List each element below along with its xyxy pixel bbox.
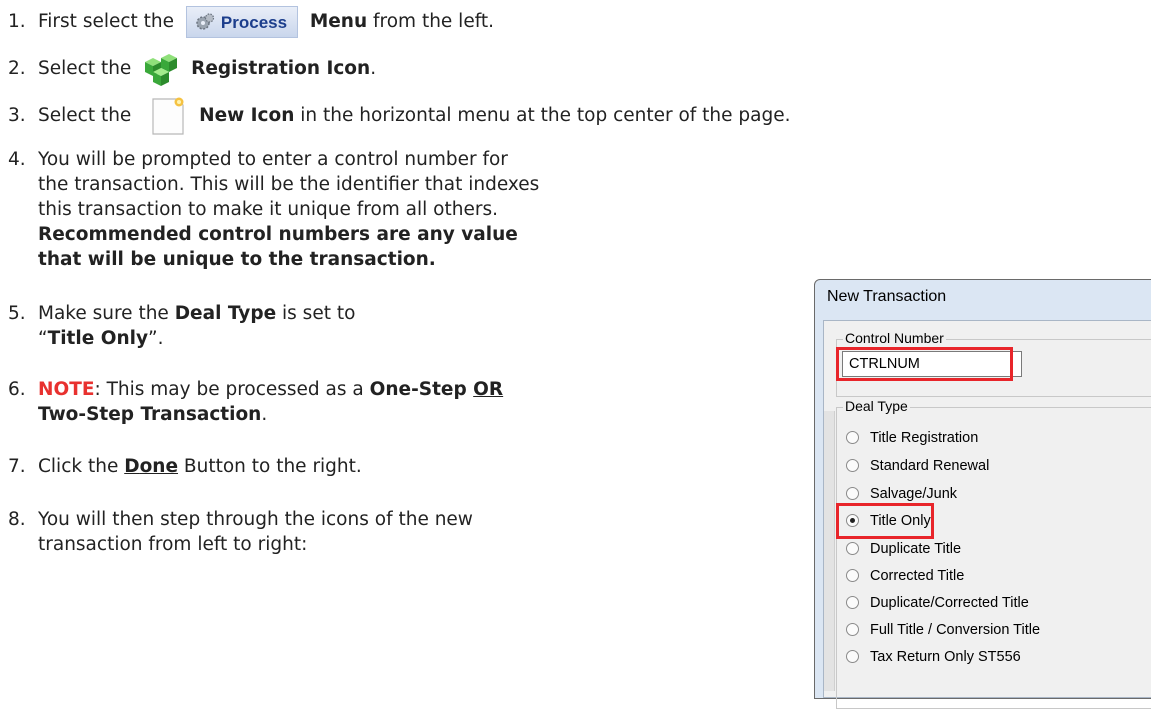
step-bold: Deal Type — [174, 303, 277, 324]
option-label: Salvage/Junk — [870, 486, 958, 502]
control-number-label: Control Number — [843, 330, 946, 346]
radio-button[interactable] — [846, 595, 859, 609]
done-first-letter: D — [124, 456, 140, 477]
radio-button[interactable] — [846, 430, 859, 444]
deal-type-option[interactable]: Salvage/Junk — [846, 483, 957, 505]
step-bold: Recommended control numbers are any valu… — [38, 224, 518, 245]
option-label: Full Title / Conversion Title — [870, 622, 1041, 638]
step-text: Select the — [38, 58, 132, 79]
deal-type-option[interactable]: Duplicate Title — [846, 538, 961, 560]
step-bold: Menu — [309, 11, 368, 32]
step-number: 1. — [8, 11, 26, 32]
step-text: Make sure the — [38, 303, 175, 324]
step-text: this transaction to make it unique from … — [38, 199, 498, 220]
step-6-line-2: Two-Step Transaction. — [38, 403, 267, 427]
deal-type-option[interactable]: Full Title / Conversion Title — [846, 619, 1040, 641]
step-number: 8. — [8, 509, 26, 530]
option-label: Duplicate/Corrected Title — [870, 595, 1029, 611]
option-label: Duplicate Title — [870, 541, 962, 557]
option-label: Tax Return Only ST556 — [870, 649, 1021, 665]
option-label: Corrected Title — [870, 568, 965, 584]
step-7: 7. Click the Done Button to the right. — [8, 455, 362, 479]
option-label: Title Registration — [870, 430, 979, 446]
title-only-highlight — [836, 503, 934, 539]
deal-type-option[interactable]: Tax Return Only ST556 — [846, 646, 1021, 668]
option-label: Standard Renewal — [870, 458, 990, 474]
step-text: in the horizontal menu at the top center… — [294, 105, 791, 126]
dialog-title: New Transaction — [827, 288, 947, 305]
done-label: Done — [124, 456, 178, 477]
deal-type-option[interactable]: Duplicate/Corrected Title — [846, 592, 1029, 614]
step-text: is set to — [276, 303, 356, 324]
step-4: 4. You will be prompted to enter a contro… — [8, 148, 508, 172]
process-menu-button[interactable]: Process — [185, 6, 298, 38]
radio-button[interactable] — [846, 568, 859, 582]
step-text: . — [370, 58, 377, 79]
gear-icon — [196, 13, 215, 30]
deal-type-option[interactable]: Corrected Title — [846, 565, 964, 587]
step-bold: Title Only — [47, 328, 149, 349]
scrollbar[interactable] — [824, 411, 835, 691]
radio-button[interactable] — [846, 649, 859, 663]
new-transaction-dialog: New Transaction Control Number CTRLNUM D… — [814, 279, 1151, 709]
deal-type-option[interactable]: Standard Renewal — [846, 455, 989, 477]
step-number: 2. — [8, 58, 26, 79]
step-number: 3. — [8, 105, 26, 126]
step-text: : This may be processed as a — [94, 379, 370, 400]
step-text: the transaction. This will be the identi… — [38, 174, 540, 195]
done-rest: one — [139, 456, 179, 477]
step-text: transaction from left to right: — [38, 534, 308, 555]
step-text: You will be prompted to enter a control … — [38, 149, 508, 170]
close-quote: ”. — [148, 328, 164, 349]
step-bold: New Icon — [199, 105, 295, 126]
step-number: 4. — [8, 149, 26, 170]
step-bold: Registration Icon — [191, 58, 371, 79]
step-text: Select the — [38, 105, 132, 126]
control-number-highlight — [836, 347, 1013, 381]
step-text: Click the — [38, 456, 125, 477]
step-bold: One-Step — [369, 379, 474, 400]
open-quote: “ — [38, 328, 48, 349]
new-document-icon[interactable] — [149, 96, 189, 136]
step-number: 5. — [8, 303, 26, 324]
deal-type-option[interactable]: Title Registration — [846, 427, 978, 449]
step-text: . — [261, 404, 268, 425]
step-5: 5. Make sure the Deal Type is set to — [8, 302, 355, 326]
step-1: 1. First select the Process Menu from the… — [8, 6, 494, 38]
dialog-body: Control Number CTRLNUM Deal Type Title R… — [823, 320, 1151, 709]
registration-cubes-icon[interactable] — [143, 52, 179, 86]
step-2: 2. Select the Registration Icon. — [8, 52, 376, 86]
step-number: 7. — [8, 456, 26, 477]
step-number: 6. — [8, 379, 26, 400]
step-text: First select the — [38, 11, 175, 32]
step-6: 6. NOTE: This may be processed as a One-S… — [8, 378, 503, 402]
radio-button[interactable] — [846, 622, 859, 636]
step-3: 3. Select the New Icon in the horizontal … — [8, 96, 791, 136]
radio-button[interactable] — [846, 458, 859, 472]
deal-type-label: Deal Type — [843, 398, 910, 414]
step-bold: that will be unique to the transaction. — [38, 249, 436, 270]
step-5-line-2: “Title Only”. — [38, 327, 164, 351]
or-underlined: OR — [473, 379, 504, 400]
step-bold: Two-Step Transaction — [38, 404, 262, 425]
process-menu-label: Process — [220, 13, 288, 32]
step-text: Button to the right. — [178, 456, 362, 477]
radio-button[interactable] — [846, 541, 859, 555]
note-label: NOTE — [38, 379, 95, 400]
step-8: 8. You will then step through the icons o… — [8, 508, 473, 532]
step-text: You will then step through the icons of … — [38, 509, 473, 530]
radio-button[interactable] — [846, 486, 859, 500]
step-text: from the left. — [367, 11, 495, 32]
